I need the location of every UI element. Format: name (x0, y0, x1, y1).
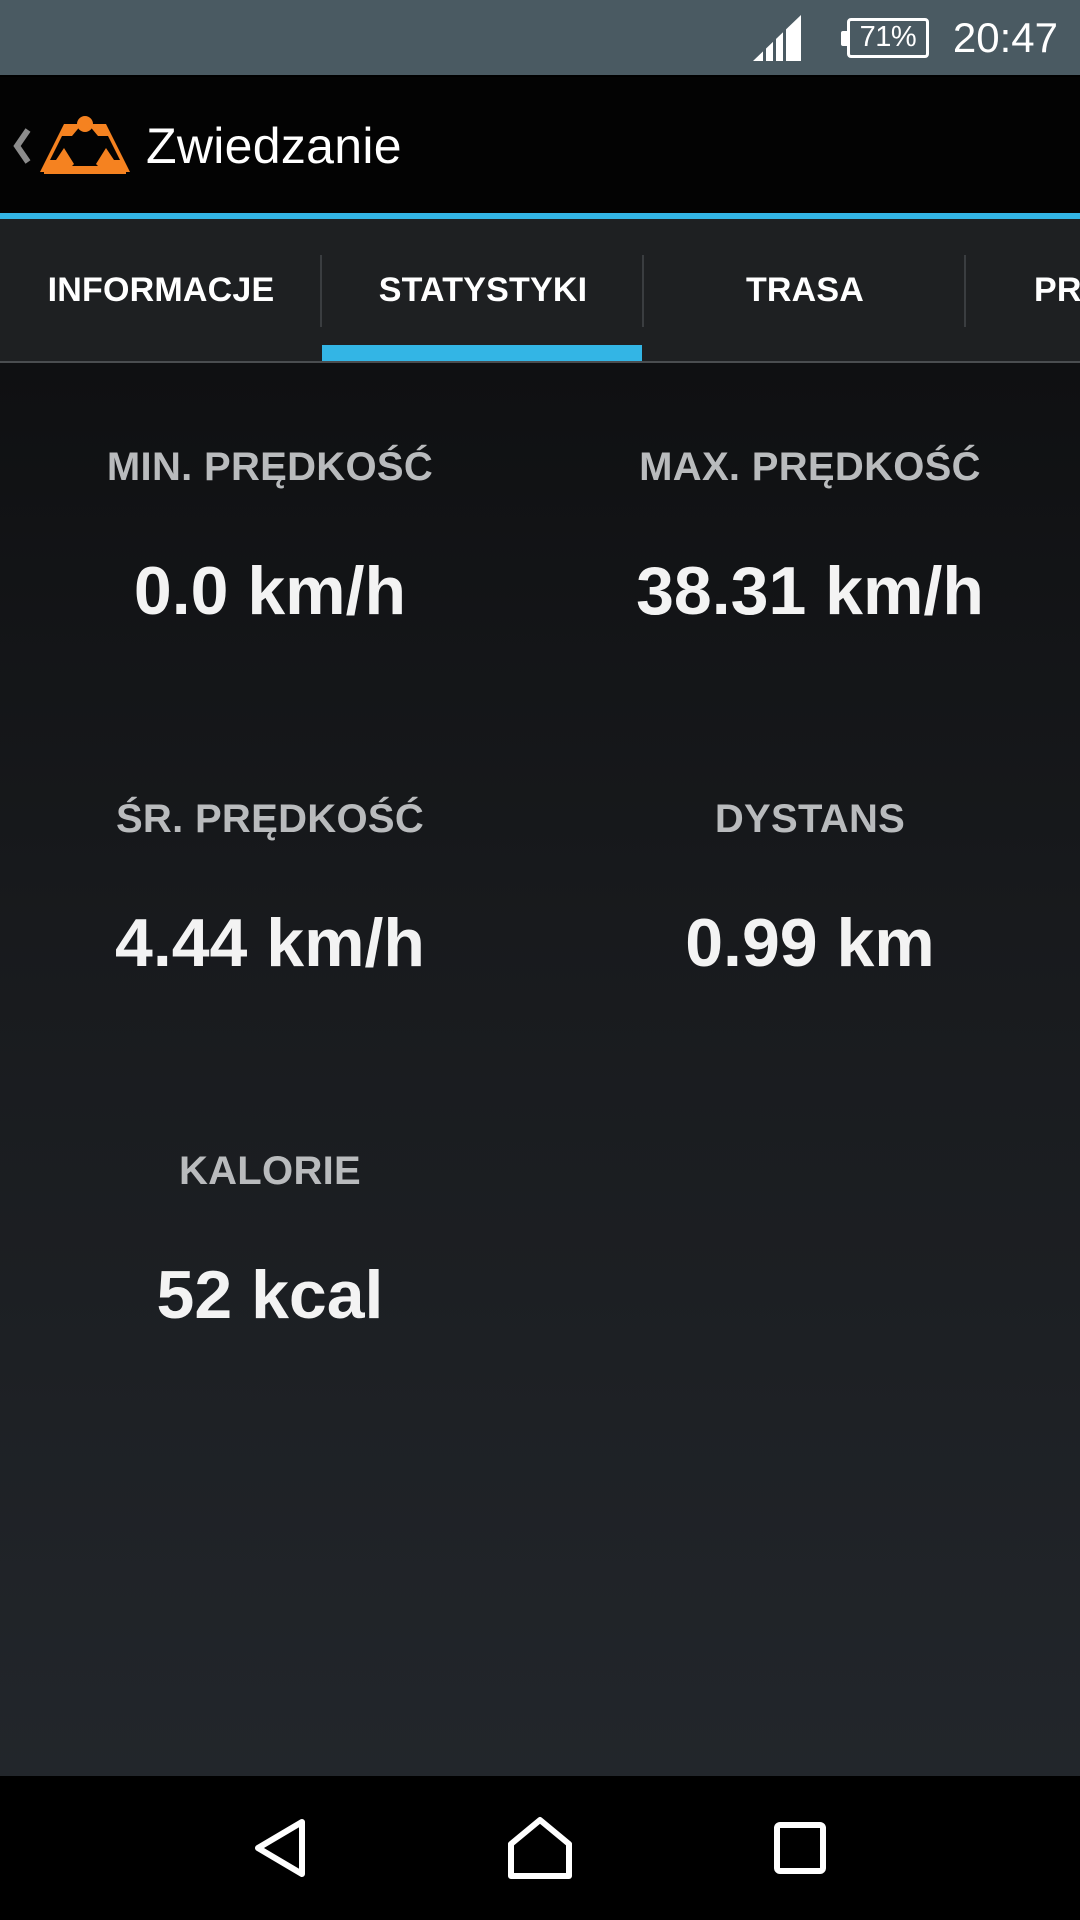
signal-icon (752, 14, 801, 61)
stat-avg-speed: ŚR. PRĘDKOŚĆ 4.44 km/h (0, 797, 540, 982)
nav-recents-button[interactable] (755, 1803, 845, 1893)
tab-strip: INFORMACJE STATYSTYKI TRASA PR (0, 219, 1080, 363)
recents-icon (774, 1822, 826, 1874)
tab-divider (964, 255, 966, 327)
status-bar: 71% 20:47 (0, 0, 1080, 75)
stat-distance: DYSTANS 0.99 km (540, 797, 1080, 982)
battery-icon: 71% (840, 17, 929, 58)
tab-informacje[interactable]: INFORMACJE (0, 219, 322, 361)
tab-pr[interactable]: PR (1034, 219, 1080, 361)
stat-value: 0.0 km/h (133, 553, 407, 629)
stat-value: 52 kcal (156, 1257, 384, 1333)
stat-label: MAX. PRĘDKOŚĆ (639, 445, 981, 489)
stat-value: 0.99 km (685, 905, 935, 981)
clock: 20:47 (952, 13, 1058, 61)
stat-min-speed: MIN. PRĘDKOŚĆ 0.0 km/h (0, 445, 540, 630)
stat-label: ŚR. PRĘDKOŚĆ (115, 797, 425, 841)
stat-value: 4.44 km/h (115, 905, 425, 981)
app-logo-icon[interactable] (38, 114, 132, 178)
back-icon (255, 1819, 305, 1877)
stat-max-speed: MAX. PRĘDKOŚĆ 38.31 km/h (540, 445, 1080, 630)
navigation-bar (0, 1776, 1080, 1920)
stat-label: MIN. PRĘDKOŚĆ (106, 445, 434, 489)
stat-label: KALORIE (178, 1149, 362, 1193)
action-bar: Zwiedzanie (0, 77, 1080, 215)
back-chevron-icon[interactable] (12, 124, 32, 168)
stat-calories: KALORIE 52 kcal (0, 1149, 540, 1334)
home-icon (508, 1817, 572, 1879)
battery-percent: 71% (859, 21, 917, 53)
tab-trasa[interactable]: TRASA (644, 219, 966, 361)
nav-home-button[interactable] (495, 1803, 585, 1893)
app-title: Zwiedzanie (146, 118, 402, 174)
stat-value: 38.31 km/h (636, 553, 984, 629)
tab-selected-indicator (322, 345, 642, 361)
statistics-panel: MIN. PRĘDKOŚĆ 0.0 km/h MAX. PRĘDKOŚĆ 38.… (0, 363, 1080, 1776)
nav-back-button[interactable] (235, 1803, 325, 1893)
tab-statystyki[interactable]: STATYSTYKI (322, 219, 644, 361)
stat-label: DYSTANS (714, 797, 906, 841)
